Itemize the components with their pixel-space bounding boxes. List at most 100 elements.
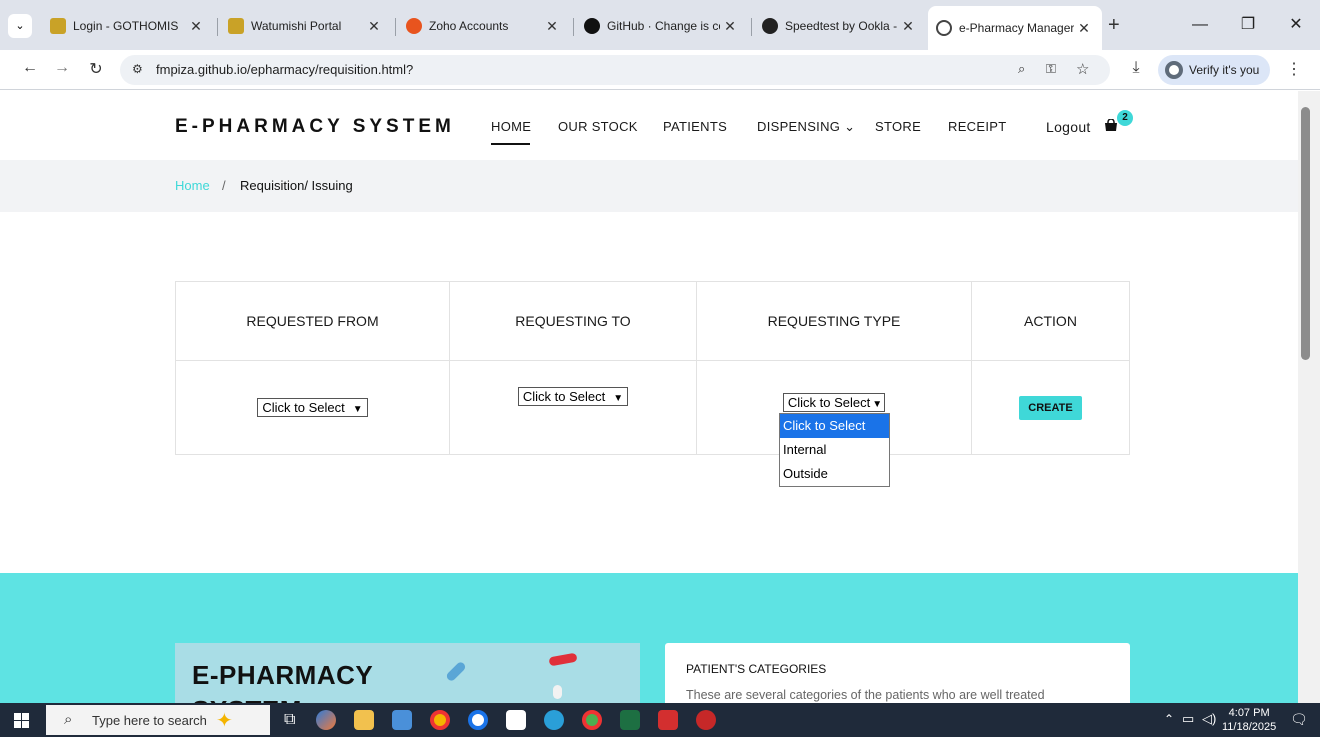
mail-app-icon[interactable] — [392, 710, 412, 730]
verify-its-you-button[interactable]: Verify it's you — [1158, 55, 1270, 85]
download-icon[interactable]: ⤓ — [1124, 59, 1148, 77]
nav-active-underline — [491, 143, 530, 145]
dropdown-option-outside[interactable]: Outside — [780, 462, 889, 486]
close-tab-icon[interactable]: ✕ — [720, 18, 740, 35]
close-window-icon[interactable]: ✕ — [1276, 10, 1316, 40]
tab-favicon-icon — [228, 18, 244, 34]
scrollbar-thumb[interactable] — [1301, 107, 1310, 360]
windows-taskbar: ⌕ Type here to search ✦ ⧉ ⌃ ▭ ◁) 4:07 PM… — [0, 703, 1320, 737]
minimize-icon[interactable]: — — [1180, 10, 1220, 40]
password-key-icon[interactable]: ⚿ — [1046, 61, 1056, 77]
volume-icon[interactable]: ◁) — [1202, 711, 1216, 727]
browser-tab[interactable]: GitHub · Change is co ✕ — [576, 8, 748, 44]
reload-icon[interactable]: ↻ — [84, 59, 108, 79]
bookmark-star-icon[interactable]: ☆ — [1076, 60, 1089, 78]
edge-icon[interactable] — [544, 710, 564, 730]
tab-title: GitHub · Change is co — [607, 19, 720, 33]
close-tab-icon[interactable]: ✕ — [542, 18, 562, 35]
search-icon: ⌕ — [64, 711, 73, 728]
more-menu-icon[interactable]: ⋮ — [1282, 59, 1306, 79]
nav-receipt[interactable]: RECEIPT — [948, 119, 1006, 134]
nav-home[interactable]: HOME — [491, 119, 531, 134]
pill-red-icon — [548, 652, 578, 667]
browser-tab-active[interactable]: e-Pharmacy Manager ✕ — [928, 6, 1102, 50]
tab-title: Watumishi Portal — [251, 19, 342, 33]
sparkle-icon: ✦ — [216, 710, 233, 732]
dropdown-option-click-to-select[interactable]: Click to Select — [780, 414, 889, 438]
back-arrow-icon[interactable]: ← — [18, 59, 42, 77]
copilot-app-icon[interactable] — [316, 710, 336, 730]
requesting-to-select[interactable]: Click to Select ▼ — [517, 387, 629, 406]
store-app-icon[interactable] — [506, 710, 526, 730]
requesting-type-dropdown-list[interactable]: Click to Select Internal Outside — [779, 413, 890, 487]
restore-icon[interactable]: ❐ — [1228, 10, 1268, 40]
patient-categories-card: PATIENT'S CATEGORIES These are several c… — [665, 643, 1130, 703]
verify-label: Verify it's you — [1189, 63, 1260, 77]
pill-white-icon — [553, 685, 562, 699]
hero-title-line2: SYSTEM — [192, 695, 302, 703]
breadcrumb-home-link[interactable]: Home — [175, 178, 210, 193]
pill-capsule-icon — [445, 660, 467, 683]
network-icon[interactable]: ▭ — [1182, 711, 1194, 727]
tab-title: Zoho Accounts — [429, 19, 509, 33]
browser-toolbar: ← → ↻ ⚙ fmpiza.github.io/epharmacy/requi… — [0, 50, 1320, 90]
close-tab-icon[interactable]: ✕ — [1074, 20, 1094, 37]
tab-search-chevron-icon[interactable]: ⌄ — [8, 14, 32, 38]
site-info-icon[interactable]: ⚙ — [132, 62, 143, 76]
profile-icon — [1165, 61, 1183, 79]
new-tab-button[interactable]: + — [1108, 14, 1120, 37]
close-tab-icon[interactable]: ✕ — [364, 18, 384, 35]
patient-categories-title: PATIENT'S CATEGORIES — [686, 662, 827, 676]
excel-icon[interactable] — [620, 710, 640, 730]
nav-store[interactable]: STORE — [875, 119, 921, 134]
forward-arrow-icon[interactable]: → — [50, 59, 74, 77]
clock-time: 4:07 PM — [1228, 707, 1270, 719]
acrobat-icon[interactable] — [658, 710, 678, 730]
address-bar[interactable]: ⚙ fmpiza.github.io/epharmacy/requisition… — [120, 55, 1110, 85]
chevron-down-icon: ▼ — [613, 393, 624, 404]
browser-tab-strip: ⌄ Login - GOTHOMIS ✕ Watumishi Portal ✕ … — [0, 0, 1320, 50]
taskbar-search-input[interactable]: ⌕ Type here to search ✦ — [46, 705, 270, 735]
file-explorer-icon[interactable] — [354, 710, 374, 730]
table-header-row: REQUESTED FROM REQUESTING TO REQUESTING … — [175, 281, 1130, 361]
chrome-active-icon[interactable] — [582, 710, 602, 730]
breadcrumb-separator: / — [222, 178, 226, 193]
tray-chevron-icon[interactable]: ⌃ — [1164, 712, 1174, 726]
tab-title: Speedtest by Ookla - — [785, 19, 898, 33]
task-view-icon[interactable]: ⧉ — [284, 711, 295, 729]
create-button[interactable]: CREATE — [1019, 396, 1082, 420]
clock-date: 11/18/2025 — [1222, 721, 1277, 733]
tab-favicon-icon — [50, 18, 66, 34]
nav-our-stock[interactable]: OUR STOCK — [558, 119, 638, 134]
chevron-down-icon: ▼ — [872, 399, 883, 410]
nav-logout[interactable]: Logout — [1046, 119, 1091, 135]
chevron-down-icon: ▼ — [352, 404, 363, 415]
breadcrumb: Home / Requisition/ Issuing — [0, 160, 1298, 212]
windows-start-icon[interactable] — [14, 713, 29, 728]
chrome-profile-icon[interactable] — [468, 710, 488, 730]
browser-tab[interactable]: Watumishi Portal ✕ — [220, 8, 392, 44]
tab-title: Login - GOTHOMIS — [73, 19, 179, 33]
site-brand[interactable]: E-PHARMACY SYSTEM — [175, 116, 455, 138]
nav-dispensing[interactable]: DISPENSING ⌄ — [757, 119, 855, 135]
nav-patients[interactable]: PATIENTS — [663, 119, 727, 134]
shopping-bag-icon[interactable] — [1104, 119, 1118, 131]
cell-requesting-to: Click to Select ▼ — [449, 360, 697, 455]
dropdown-option-internal[interactable]: Internal — [780, 438, 889, 462]
tab-favicon-icon — [406, 18, 422, 34]
browser-tab[interactable]: Zoho Accounts ✕ — [398, 8, 570, 44]
url-text[interactable]: fmpiza.github.io/epharmacy/requisition.h… — [156, 62, 413, 77]
close-tab-icon[interactable]: ✕ — [898, 18, 918, 35]
header-action: ACTION — [971, 281, 1130, 361]
chrome-icon[interactable] — [430, 710, 450, 730]
zoom-icon[interactable]: ⌕ — [1018, 61, 1025, 77]
app-icon[interactable] — [696, 710, 716, 730]
requested-from-select[interactable]: Click to Select ▼ — [257, 398, 368, 417]
notifications-icon[interactable]: 🗨 — [1290, 711, 1308, 728]
header-requesting-type: REQUESTING TYPE — [696, 281, 972, 361]
requesting-type-select[interactable]: Click to Select ▼ — [782, 393, 886, 412]
close-tab-icon[interactable]: ✕ — [186, 18, 206, 35]
taskbar-clock[interactable]: 4:07 PM 11/18/2025 — [1222, 706, 1276, 734]
browser-tab[interactable]: Login - GOTHOMIS ✕ — [42, 8, 214, 44]
browser-tab[interactable]: Speedtest by Ookla - ✕ — [754, 8, 926, 44]
